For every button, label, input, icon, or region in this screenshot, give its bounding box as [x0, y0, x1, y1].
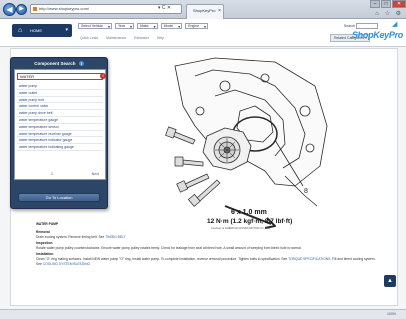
list-item[interactable]: water temperature sensor — [17, 124, 103, 131]
installation-paragraph: Clean "O" ring mating surfaces. Install … — [36, 257, 376, 267]
make-select[interactable]: Make — [137, 23, 158, 30]
list-item[interactable]: water temperature indicator gauge — [17, 137, 103, 145]
home-button[interactable]: ⌂ HOME ▾ — [12, 24, 72, 37]
removal-paragraph: Drain cooling system. Remove timing belt… — [36, 235, 376, 240]
cooling-system-bleeding-link[interactable]: COOLING SYSTEM BLEEDING — [43, 262, 90, 266]
list-item[interactable]: water outlet — [17, 90, 103, 97]
quick-links-link[interactable]: Quick Links — [80, 36, 98, 40]
window-close-button[interactable]: ✕ — [392, 0, 406, 8]
estimator-link[interactable]: Estimator — [134, 36, 149, 40]
results-pager: 1 Next — [17, 171, 103, 178]
address-controls[interactable]: ▾ C ✕ — [158, 4, 171, 12]
list-item[interactable]: water temperature gauge — [17, 117, 103, 124]
procedure-text: WATER PUMP Removal Drain cooling system.… — [36, 221, 376, 267]
header-search: Search — [344, 22, 378, 30]
water-pump-diagram: 8 6 x 1.0 mm 12 N·m (1.2 kgf·m, 8.7 lbf·… — [165, 57, 328, 230]
list-item[interactable]: water temperature indicating gauge — [17, 144, 103, 151]
home-label: HOME — [30, 28, 42, 33]
list-item[interactable]: water temperature receiver gauge — [17, 131, 103, 138]
header-sub-links: Quick Links Maintenance Estimator Help — [80, 36, 171, 40]
list-item[interactable]: water control valve — [17, 103, 103, 111]
error-icon: ! — [100, 73, 106, 79]
zoom-level[interactable]: 100% — [387, 310, 396, 319]
procedure-title: WATER PUMP — [36, 222, 59, 226]
panel-body: WATER ! water pump water outlet water pu… — [14, 69, 106, 180]
browser-tab[interactable]: ShopKeyPro × — [186, 4, 224, 19]
tab-close-icon[interactable]: × — [218, 5, 221, 17]
page-number[interactable]: 1 — [51, 171, 53, 178]
component-search-input[interactable]: WATER — [17, 73, 103, 80]
minimize-button[interactable]: – — [370, 0, 380, 8]
brand-logo-icon: ◢ — [392, 21, 398, 28]
home-icon: ⌂ — [18, 27, 23, 34]
forward-button[interactable]: ▶ — [16, 4, 27, 15]
header-search-input[interactable] — [356, 23, 378, 30]
torque-specifications-link[interactable]: TORQUE SPECIFICATIONS — [288, 257, 330, 261]
removal-text: Drain cooling system. Remove timing belt… — [36, 235, 105, 239]
scroll-to-top-button[interactable]: ▲ — [384, 275, 396, 287]
search-label: Search — [343, 24, 356, 28]
list-item[interactable]: water pump drive belt — [17, 110, 103, 117]
installation-text: Clean "O" ring mating surfaces. Install … — [36, 257, 288, 261]
panel-title-text: Component Search — [34, 61, 76, 66]
address-text: http://www.shopkeypro.com/ — [39, 6, 90, 11]
browser-toolbar: ◀ ▶ http://www.shopkeypro.com/ ▾ C ✕ Sho… — [0, 0, 406, 19]
maintenance-link[interactable]: Maintenance — [106, 36, 126, 40]
component-search-panel: Component Search i WATER ! water pump wa… — [10, 57, 108, 209]
status-bar: 100% — [0, 309, 406, 319]
diagram-spec-size: 6 x 1.0 mm — [231, 209, 267, 216]
help-link[interactable]: Help — [157, 36, 164, 40]
year-select[interactable]: Year — [114, 23, 135, 30]
engine-select[interactable]: Engine — [185, 23, 209, 30]
panel-title: Component Search i — [11, 60, 107, 68]
chevron-down-icon: ▾ — [65, 27, 68, 33]
back-button[interactable]: ◀ — [3, 3, 16, 16]
list-item[interactable]: water pump bolt — [17, 97, 103, 104]
tab-title: ShopKeyPro — [193, 8, 216, 13]
brand-logo: ShopKeyPro — [351, 30, 403, 40]
vehicle-select[interactable]: Select Vehicle — [78, 23, 112, 30]
info-icon[interactable]: i — [78, 61, 84, 67]
browser-tools-icons[interactable]: ⌂ ☆ ⚙ — [375, 10, 403, 17]
vehicle-selector-row: Select Vehicle Year Make Model Engine — [78, 22, 210, 30]
site-favicon-icon — [33, 7, 37, 11]
list-item[interactable]: water pump — [17, 83, 103, 90]
go-to-location-button[interactable]: Go To Location — [18, 193, 100, 202]
model-select[interactable]: Model — [160, 23, 183, 30]
next-page-link[interactable]: Next — [92, 171, 99, 178]
maximize-button[interactable]: □ — [381, 0, 391, 8]
diagram-callout-number: 8 — [304, 188, 308, 195]
search-results-list: water pump water outlet water pump bolt … — [17, 83, 103, 151]
timing-belt-link[interactable]: TIMING BELT — [105, 235, 125, 239]
inspection-text: Rotate water pump pulley counterclockwis… — [36, 246, 302, 250]
